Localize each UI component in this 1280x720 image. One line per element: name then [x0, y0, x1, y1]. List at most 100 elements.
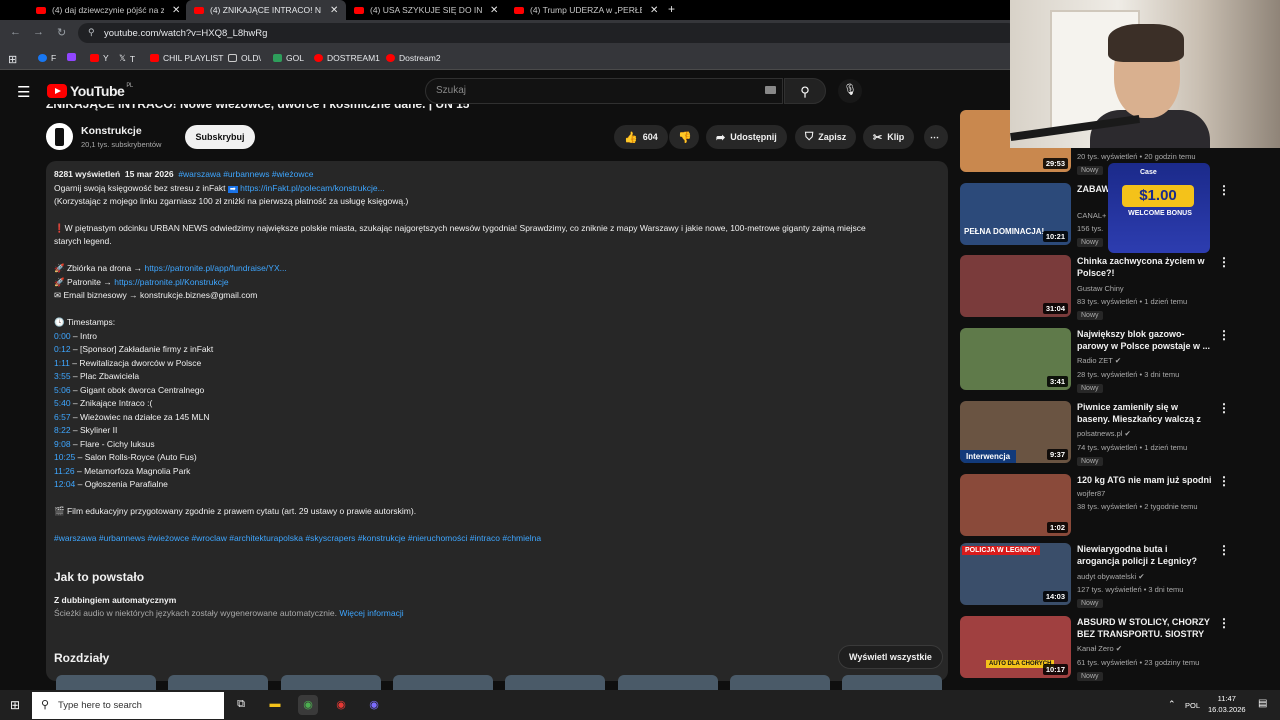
- rec-channel[interactable]: wojfer87: [1077, 489, 1105, 498]
- subscribe-button[interactable]: Subskrybuj: [185, 125, 255, 149]
- language-indicator[interactable]: POL: [1185, 701, 1200, 710]
- timestamp-link[interactable]: 9:08: [54, 439, 71, 449]
- browser-tab[interactable]: (4) Trump UDERZA w „PERŁĘ” I ✕: [506, 0, 666, 20]
- close-tab-icon[interactable]: ✕: [330, 5, 338, 16]
- more-vertical-icon[interactable]: ⋮: [1218, 474, 1230, 488]
- rec-channel[interactable]: Gustaw Chiny: [1077, 284, 1124, 293]
- rec-thumbnail[interactable]: 1:02: [960, 474, 1071, 536]
- recording-app-icon[interactable]: ◉: [331, 695, 351, 715]
- bookmark-dostream1[interactable]: DOSTREAM1: [314, 53, 380, 63]
- timestamp-link[interactable]: 10:25: [54, 452, 75, 462]
- file-explorer-icon[interactable]: ▬: [265, 695, 285, 715]
- drone-fundraise-link[interactable]: https://patronite.pl/app/fundraise/YX...: [144, 263, 286, 273]
- clip-button[interactable]: ✂ Klip: [863, 125, 915, 149]
- infakt-link[interactable]: https://inFakt.pl/polecam/konstrukcje...: [240, 183, 385, 193]
- more-vertical-icon[interactable]: ⋮: [1218, 255, 1230, 269]
- timestamp-link[interactable]: 5:06: [54, 385, 71, 395]
- back-icon[interactable]: ←: [10, 26, 21, 38]
- timestamp-link[interactable]: 8:22: [54, 425, 71, 435]
- patronite-link[interactable]: https://patronite.pl/Konstrukcje: [114, 277, 228, 287]
- rec-channel[interactable]: CANAL+: [1077, 211, 1106, 220]
- voice-search-button[interactable]: 🎙: [838, 79, 862, 103]
- rec-title[interactable]: Chinka zachwycona życiem w Polsce?!: [1077, 255, 1212, 279]
- hashtags-bottom[interactable]: #warszawa #urbannews #wieżowce #wroclaw …: [54, 533, 541, 543]
- show-all-chapters-button[interactable]: Wyświetl wszystkie: [838, 645, 943, 669]
- youtube-logo[interactable]: YouTube PL: [47, 83, 133, 99]
- apps-icon[interactable]: ⊞: [8, 53, 17, 66]
- timestamp-link[interactable]: 0:12: [54, 344, 71, 354]
- dislike-button[interactable]: 👎: [669, 125, 699, 149]
- rec-channel[interactable]: audyt obywatelski ✔: [1077, 572, 1145, 581]
- timestamp-link[interactable]: 11:26: [54, 466, 75, 476]
- bookmark-folder-old[interactable]: OLD\: [228, 53, 261, 63]
- rec-thumbnail[interactable]: 31:04: [960, 255, 1071, 317]
- more-vertical-icon[interactable]: ⋮: [1218, 616, 1230, 630]
- bookmark-chil-playlist[interactable]: CHIL PLAYLIST: [150, 53, 223, 63]
- rec-channel[interactable]: Kanał Zero ✔: [1077, 644, 1122, 653]
- bookmark-gol[interactable]: GOL: [273, 53, 304, 63]
- rec-thumbnail[interactable]: 3:41: [960, 328, 1071, 390]
- rec-thumbnail[interactable]: Interwencja 9:37: [960, 401, 1071, 463]
- keyboard-icon[interactable]: [765, 86, 776, 94]
- timestamp-link[interactable]: 0:00: [54, 331, 71, 341]
- verified-icon: ✔: [1138, 572, 1145, 581]
- url-field[interactable]: ⚲ youtube.com/watch?v=HXQ8_L8hwRg: [78, 23, 1018, 43]
- rec-thumbnail[interactable]: POLICJA W LEGNICY 14:03: [960, 543, 1071, 605]
- close-tab-icon[interactable]: ✕: [490, 5, 498, 16]
- browser-tab-active[interactable]: (4) ZNIKAJĄCE INTRACO! N ✕: [186, 0, 347, 20]
- like-button[interactable]: 👍 604: [614, 125, 668, 149]
- timestamp-row: 5:06 – Gigant obok dworca Centralnego: [54, 385, 205, 395]
- rec-title[interactable]: 120 kg ATG nie mam już spodni: [1077, 474, 1212, 486]
- hamburger-menu-icon[interactable]: ☰: [17, 83, 30, 101]
- save-button[interactable]: ⛉ Zapisz: [795, 125, 857, 149]
- windows-start-icon[interactable]: ⊞: [10, 698, 20, 712]
- channel-name[interactable]: Konstrukcje: [81, 125, 142, 137]
- notifications-icon[interactable]: ▤: [1258, 698, 1267, 709]
- bookmark-youtube[interactable]: Y: [90, 53, 109, 63]
- share-button[interactable]: ➦ Udostępnij: [706, 125, 787, 149]
- channel-avatar[interactable]: [46, 123, 73, 150]
- more-vertical-icon[interactable]: ⋮: [1218, 328, 1230, 342]
- site-info-icon[interactable]: ⚲: [88, 27, 95, 38]
- bookmark-twitch[interactable]: [67, 53, 80, 61]
- timestamp-link[interactable]: 3:55: [54, 371, 71, 381]
- timestamp-link[interactable]: 6:57: [54, 412, 71, 422]
- timestamp-link[interactable]: 5:40: [54, 398, 71, 408]
- taskbar-search-input[interactable]: ⚲ Type here to search: [32, 692, 224, 719]
- bookmark-dostream2[interactable]: Dostream2: [386, 53, 441, 63]
- forward-icon[interactable]: →: [33, 26, 44, 38]
- rec-thumbnail[interactable]: PEŁNA DOMINACJA! 10:21: [960, 183, 1071, 245]
- search-button[interactable]: ⚲: [784, 78, 826, 104]
- rec-channel[interactable]: polsatnews.pl ✔: [1077, 429, 1131, 438]
- bookmark-x[interactable]: 𝕏T: [119, 53, 135, 64]
- new-tab-icon[interactable]: +: [668, 2, 675, 16]
- chrome-icon[interactable]: ◉: [298, 695, 318, 715]
- reload-icon[interactable]: ↻: [57, 26, 66, 39]
- more-info-link[interactable]: Więcej informacji: [339, 608, 403, 618]
- rec-channel[interactable]: Radio ZET ✔: [1077, 356, 1121, 365]
- timestamp-link[interactable]: 12:04: [54, 479, 75, 489]
- youtube-icon: [90, 54, 99, 62]
- more-actions-button[interactable]: ⋯: [924, 125, 948, 149]
- browser-tab[interactable]: (4) USA SZYKUJE SIĘ DO INWA✕: [346, 0, 506, 20]
- rec-title[interactable]: Największy blok gazowo-parowy w Polsce p…: [1077, 328, 1212, 352]
- task-view-icon[interactable]: ⧉: [231, 695, 251, 715]
- search-input[interactable]: Szukaj: [425, 78, 783, 104]
- close-tab-icon[interactable]: ✕: [172, 5, 180, 16]
- rec-title[interactable]: Niewiarygodna buta i arogancja policji z…: [1077, 543, 1212, 568]
- more-vertical-icon[interactable]: ⋮: [1218, 183, 1230, 197]
- timestamp-link[interactable]: 1:11: [54, 358, 70, 368]
- taskbar-clock[interactable]: 11:47 16.03.2026: [1208, 693, 1246, 715]
- discord-icon[interactable]: ◉: [364, 695, 384, 715]
- bookmark-facebook[interactable]: F: [38, 53, 56, 63]
- more-vertical-icon[interactable]: ⋮: [1218, 543, 1230, 557]
- rec-thumbnail[interactable]: AUTO DLA CHORYCH 10:17: [960, 616, 1071, 678]
- more-vertical-icon[interactable]: ⋮: [1218, 401, 1230, 415]
- rec-title[interactable]: ABSURD W STOLICY, CHORZY BEZ TRANSPORTU.…: [1077, 616, 1212, 641]
- rec-title[interactable]: Piwnice zamieniły się w baseny. Mieszkań…: [1077, 401, 1212, 426]
- browser-tab[interactable]: (4) daj dziewczynie pójść na zak ✕: [28, 0, 188, 20]
- close-tab-icon[interactable]: ✕: [650, 5, 658, 16]
- tray-expand-icon[interactable]: ⌃: [1168, 699, 1176, 710]
- hashtags-top[interactable]: #warszawa #urbannews #wieżowce: [178, 169, 313, 179]
- scissors-icon: ✂: [873, 131, 883, 144]
